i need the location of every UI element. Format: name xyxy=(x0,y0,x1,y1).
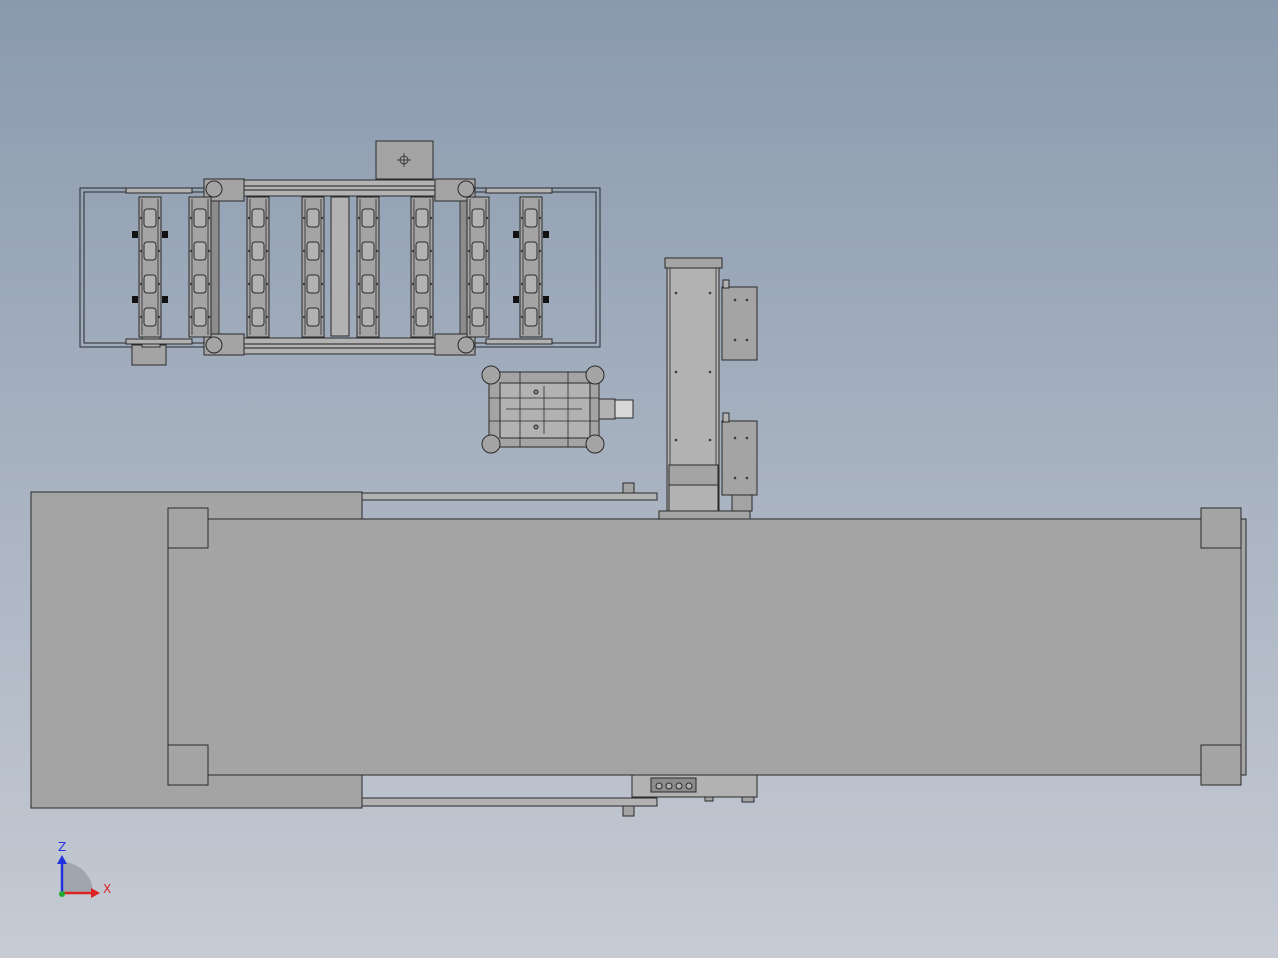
z-axis-label: Z xyxy=(58,840,66,854)
viewport-background xyxy=(0,0,1278,958)
carrier-column[interactable] xyxy=(188,196,212,338)
carrier-column[interactable] xyxy=(356,196,380,338)
tray-top-rail[interactable] xyxy=(214,179,466,197)
tray-bottom-rail[interactable] xyxy=(214,337,466,355)
gripper-motor-cap[interactable] xyxy=(614,399,634,419)
carrier-column[interactable] xyxy=(138,196,162,338)
corner-block[interactable] xyxy=(167,507,209,549)
carrier-column[interactable] xyxy=(466,196,490,338)
carrier-column[interactable] xyxy=(519,196,543,338)
gripper-roller[interactable] xyxy=(585,365,605,385)
column-base-plate[interactable] xyxy=(658,510,751,520)
carrier-column[interactable] xyxy=(246,196,270,338)
column-upper-bracket[interactable] xyxy=(721,286,758,361)
y-axis-dot xyxy=(59,891,65,897)
corner-block[interactable] xyxy=(167,744,209,786)
corner-block[interactable] xyxy=(1200,744,1242,786)
gripper-roller[interactable] xyxy=(585,434,605,454)
conveyor-assembly[interactable] xyxy=(30,482,1247,817)
gripper-motor[interactable] xyxy=(598,398,616,420)
corner-block[interactable] xyxy=(1200,507,1242,549)
conveyor-upper-rail-stop[interactable] xyxy=(622,482,635,494)
tray-drive-motor[interactable] xyxy=(131,344,167,366)
conveyor-belt-body[interactable] xyxy=(167,518,1247,776)
conveyor-upper-rail[interactable] xyxy=(361,492,658,501)
cad-viewport[interactable]: Z X xyxy=(0,0,1278,958)
column-lower-bracket[interactable] xyxy=(721,420,758,496)
x-axis-label: X xyxy=(103,882,111,896)
conveyor-lower-rail-stop[interactable] xyxy=(622,805,635,817)
conveyor-lower-rail[interactable] xyxy=(361,797,658,807)
carrier-column[interactable] xyxy=(410,196,434,338)
gripper-roller[interactable] xyxy=(481,365,501,385)
gripper-roller[interactable] xyxy=(481,434,501,454)
carrier-column[interactable] xyxy=(301,196,325,338)
